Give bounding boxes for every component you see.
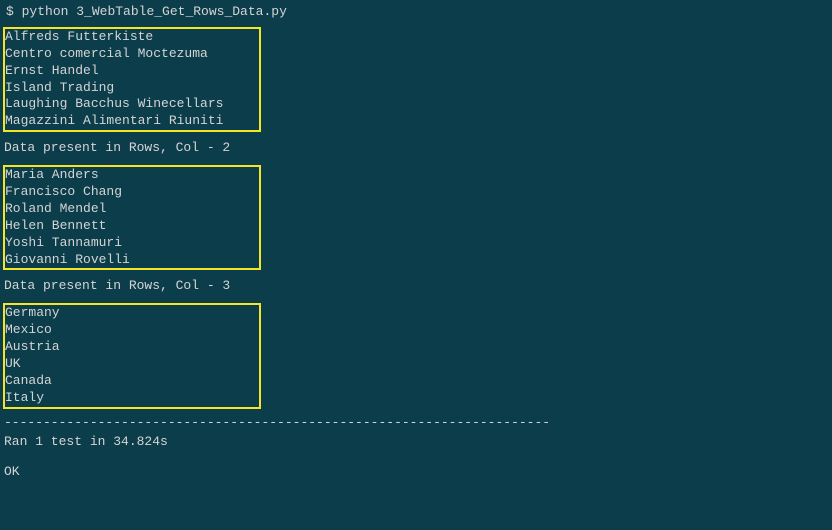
output-line: Yoshi Tannamuri [5, 235, 259, 252]
output-line: Maria Anders [5, 167, 259, 184]
output-line: Helen Bennett [5, 218, 259, 235]
divider-line: ----------------------------------------… [2, 411, 832, 432]
output-line: Germany [5, 305, 259, 322]
output-line: Magazzini Alimentari Riuniti [5, 113, 259, 130]
output-line: Roland Mendel [5, 201, 259, 218]
command-prompt-line: $ python 3_WebTable_Get_Rows_Data.py [2, 4, 832, 21]
status-ok: OK [2, 450, 832, 481]
output-line: Island Trading [5, 80, 259, 97]
output-line: Laughing Bacchus Winecellars [5, 96, 259, 113]
output-line: Austria [5, 339, 259, 356]
output-line: Francisco Chang [5, 184, 259, 201]
output-block-3: Germany Mexico Austria UK Canada Italy [3, 303, 261, 408]
test-result-line: Ran 1 test in 34.824s [2, 432, 832, 451]
prompt-symbol: $ [6, 4, 14, 19]
output-block-1: Alfreds Futterkiste Centro comercial Moc… [3, 27, 261, 132]
section-header-col3: Data present in Rows, Col - 3 [2, 272, 832, 301]
output-line: Mexico [5, 322, 259, 339]
command-text: python 3_WebTable_Get_Rows_Data.py [22, 4, 287, 19]
output-line: Alfreds Futterkiste [5, 29, 259, 46]
section-header-col2: Data present in Rows, Col - 2 [2, 134, 832, 163]
output-line: Centro comercial Moctezuma [5, 46, 259, 63]
output-line: Italy [5, 390, 259, 407]
output-line: Canada [5, 373, 259, 390]
output-line: Giovanni Rovelli [5, 252, 259, 269]
output-block-2: Maria Anders Francisco Chang Roland Mend… [3, 165, 261, 270]
output-line: UK [5, 356, 259, 373]
output-line: Ernst Handel [5, 63, 259, 80]
